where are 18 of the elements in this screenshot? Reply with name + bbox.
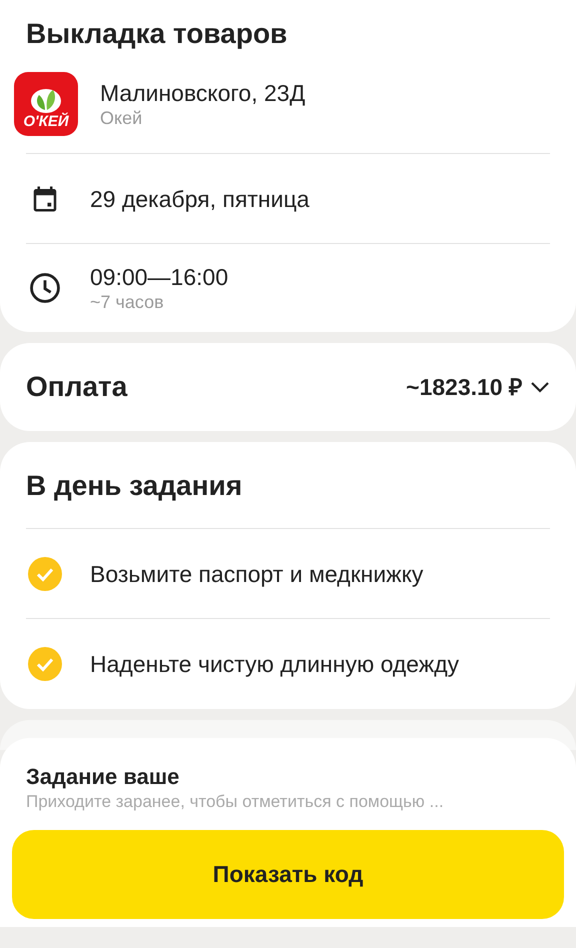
page-title: Выкладка товаров — [26, 17, 288, 51]
section-title: В день задания — [26, 466, 550, 529]
sheet-subtitle: Приходите заранее, чтобы отметиться с помощью ... — [25, 791, 445, 813]
time-range: 09:00—16:00 — [90, 263, 228, 291]
chevron-down-icon[interactable] — [530, 380, 550, 393]
payment-label: Оплата — [26, 370, 128, 404]
checklist-text: Наденьте чистую длинную одежду — [90, 650, 459, 678]
clock-icon — [28, 271, 62, 305]
payment-row[interactable]: Оплата ~1823.10 ₽ — [0, 343, 576, 431]
date-text: 29 декабря, пятница — [90, 184, 310, 212]
checklist-text: Возьмите паспорт и медкнижку — [90, 560, 424, 588]
sheet-title: Задание ваше — [25, 764, 180, 790]
duration-text: ~7 часов — [90, 291, 165, 313]
store-name: Окей — [100, 106, 144, 128]
payment-amount: ~1823.10 ₽ — [406, 372, 522, 402]
show-code-button[interactable]: Показать код — [12, 830, 564, 919]
logo-text: О'КЕЙ — [23, 114, 69, 130]
store-address: Малиновского, 23Д — [100, 78, 306, 106]
